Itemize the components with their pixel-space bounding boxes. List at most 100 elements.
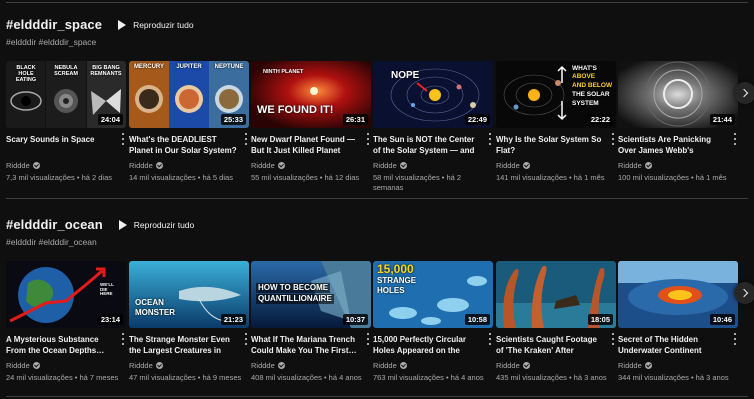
thumb-label: NOPE — [391, 70, 420, 81]
video-card[interactable]: 10:46 Secret of The Hidden Underwater Co… — [618, 261, 738, 383]
video-thumbnail[interactable]: HOW TO BECOME QUANTILLIONAIRE 10:37 — [251, 261, 371, 328]
channel-name[interactable]: Riddde — [496, 161, 520, 170]
video-card[interactable]: OCEAN MONSTER 21:23 The Strange Monster … — [129, 261, 249, 383]
more-options-icon[interactable] — [120, 333, 126, 345]
video-card[interactable]: MERCURY JUPITER NEPTUNE 25:33 What's the… — [129, 61, 249, 183]
channel-link[interactable]: Riddde — [6, 361, 126, 370]
video-thumbnail[interactable]: OCEAN MONSTER 21:23 — [129, 261, 249, 328]
video-thumbnail[interactable]: 10:46 — [618, 261, 738, 328]
video-thumbnail[interactable]: WE'LL DIE HERE 23:14 — [6, 261, 126, 328]
verified-icon — [522, 362, 530, 369]
more-options-icon[interactable] — [487, 133, 493, 145]
view-count: 55 mil visualizações — [251, 173, 318, 182]
channel-link[interactable]: Riddde — [373, 161, 493, 170]
video-card[interactable]: HOW TO BECOME QUANTILLIONAIRE 10:37 What… — [251, 261, 371, 383]
channel-name[interactable]: Riddde — [251, 361, 275, 370]
more-options-icon[interactable] — [732, 333, 738, 345]
channel-link[interactable]: Riddde — [251, 161, 371, 170]
video-title[interactable]: Scientists Are Panicking Over James Webb… — [618, 134, 726, 156]
channel-link[interactable]: Riddde — [496, 361, 616, 370]
video-meta: 14 mil visualizações • há 5 dias — [129, 173, 233, 182]
shelf-title[interactable]: #eldddir_ocean — [6, 217, 103, 232]
video-title[interactable]: 15,000 Perfectly Circular Holes Appeared… — [373, 334, 481, 356]
thumb-label: AND BELOW — [572, 82, 613, 89]
video-meta: 435 mil visualizações • há 3 anos — [496, 373, 607, 382]
video-card[interactable]: 18:05 Scientists Caught Footage of 'The … — [496, 261, 616, 383]
upload-age: há 12 dias — [324, 173, 360, 182]
channel-name[interactable]: Riddde — [6, 361, 30, 370]
shelf-title[interactable]: #eldddir_space — [6, 17, 102, 32]
video-title[interactable]: The Strange Monster Even the Largest Cre… — [129, 334, 237, 356]
channel-name[interactable]: Riddde — [6, 161, 30, 170]
video-thumbnail[interactable]: 15,000 STRANGE HOLES 10:58 — [373, 261, 493, 328]
play-all-button[interactable]: Reproduzir tudo — [118, 219, 194, 230]
more-options-icon[interactable] — [243, 133, 249, 145]
video-title[interactable]: New Dwarf Planet Found — But It Just Kil… — [251, 134, 359, 156]
video-thumbnail[interactable]: NOPE 22:49 — [373, 61, 493, 128]
thumb-label: BLACK HOLE EATING — [15, 65, 37, 83]
upload-age: há 1 mês — [695, 173, 727, 182]
play-all-button[interactable]: Reproduzir tudo — [118, 19, 194, 30]
video-title[interactable]: The Sun is NOT the Center of the Solar S… — [373, 134, 481, 156]
video-title[interactable]: A Mysterious Substance From the Ocean De… — [6, 334, 114, 356]
channel-name[interactable]: Riddde — [618, 361, 642, 370]
more-options-icon[interactable] — [610, 133, 616, 145]
channel-link[interactable]: Riddde — [129, 161, 249, 170]
channel-link[interactable]: Riddde — [129, 361, 249, 370]
video-title[interactable]: Secret of The Hidden Underwater Continen… — [618, 334, 726, 356]
more-options-icon[interactable] — [610, 333, 616, 345]
duration-badge: 26:31 — [342, 114, 368, 125]
video-card[interactable]: 21:44 Scientists Are Panicking Over Jame… — [618, 61, 738, 183]
more-options-icon[interactable] — [365, 333, 371, 345]
channel-name[interactable]: Riddde — [129, 361, 153, 370]
channel-link[interactable]: Riddde — [6, 161, 126, 170]
channel-name[interactable]: Riddde — [618, 161, 642, 170]
video-title[interactable]: Why Is the Solar System So Flat? — [496, 134, 604, 156]
chevron-right-icon[interactable] — [734, 282, 754, 304]
video-thumbnail[interactable]: NINTH PLANET WE FOUND IT! 26:31 — [251, 61, 371, 128]
channel-link[interactable]: Riddde — [618, 361, 738, 370]
video-title[interactable]: Scary Sounds in Space — [6, 134, 114, 156]
channel-link[interactable]: Riddde — [373, 361, 493, 370]
video-thumbnail[interactable]: 21:44 — [618, 61, 738, 128]
top-divider — [6, 2, 748, 3]
channel-link[interactable]: Riddde — [618, 161, 738, 170]
duration-badge: 10:46 — [709, 314, 735, 325]
video-thumbnail[interactable]: 18:05 — [496, 261, 616, 328]
more-options-icon[interactable] — [243, 333, 249, 345]
thumb-label: HOW TO BECOME — [256, 283, 331, 294]
video-thumbnail[interactable]: BLACK HOLE EATING NEBULA SCREAM BIG BANG… — [6, 61, 126, 128]
more-options-icon[interactable] — [732, 133, 738, 145]
channel-name[interactable]: Riddde — [129, 161, 153, 170]
shelf-hashtags: #eldddir #eldddir_space — [6, 37, 97, 47]
video-title[interactable]: What's the DEADLIEST Planet in Our Solar… — [129, 134, 237, 156]
channel-name[interactable]: Riddde — [496, 361, 520, 370]
video-thumbnail[interactable]: MERCURY JUPITER NEPTUNE 25:33 — [129, 61, 249, 128]
channel-name[interactable]: Riddde — [373, 361, 397, 370]
more-options-icon[interactable] — [487, 333, 493, 345]
video-card[interactable]: WHAT'S ABOVE AND BELOW THE SOLAR SYSTEM … — [496, 61, 616, 183]
video-card[interactable]: BLACK HOLE EATING NEBULA SCREAM BIG BANG… — [6, 61, 126, 183]
verified-icon — [522, 162, 530, 169]
view-count: 58 mil visualizações — [373, 173, 440, 182]
channel-name[interactable]: Riddde — [373, 161, 397, 170]
channel-name[interactable]: Riddde — [251, 161, 275, 170]
chevron-right-icon[interactable] — [734, 82, 754, 104]
video-card[interactable]: NINTH PLANET WE FOUND IT! 26:31 New Dwar… — [251, 61, 371, 183]
thumb-label: QUANTILLIONAIRE — [256, 294, 334, 305]
video-card[interactable]: NOPE 22:49 The Sun is NOT the Center of … — [373, 61, 493, 193]
thumb-label: MONSTER — [135, 308, 175, 317]
verified-icon — [277, 362, 285, 369]
video-card[interactable]: 15,000 STRANGE HOLES 10:58 15,000 Perfec… — [373, 261, 493, 383]
video-title[interactable]: Scientists Caught Footage of 'The Kraken… — [496, 334, 604, 356]
channel-link[interactable]: Riddde — [496, 161, 616, 170]
video-meta: 763 mil visualizações • há 4 anos — [373, 373, 484, 382]
more-options-icon[interactable] — [120, 133, 126, 145]
channel-link[interactable]: Riddde — [251, 361, 371, 370]
video-card[interactable]: WE'LL DIE HERE 23:14 A Mysterious Substa… — [6, 261, 126, 383]
upload-age: há 3 anos — [573, 373, 607, 382]
more-options-icon[interactable] — [365, 133, 371, 145]
video-thumbnail[interactable]: WHAT'S ABOVE AND BELOW THE SOLAR SYSTEM … — [496, 61, 616, 128]
view-count: 47 mil visualizações — [129, 373, 196, 382]
video-title[interactable]: What If The Mariana Trench Could Make Yo… — [251, 334, 359, 356]
